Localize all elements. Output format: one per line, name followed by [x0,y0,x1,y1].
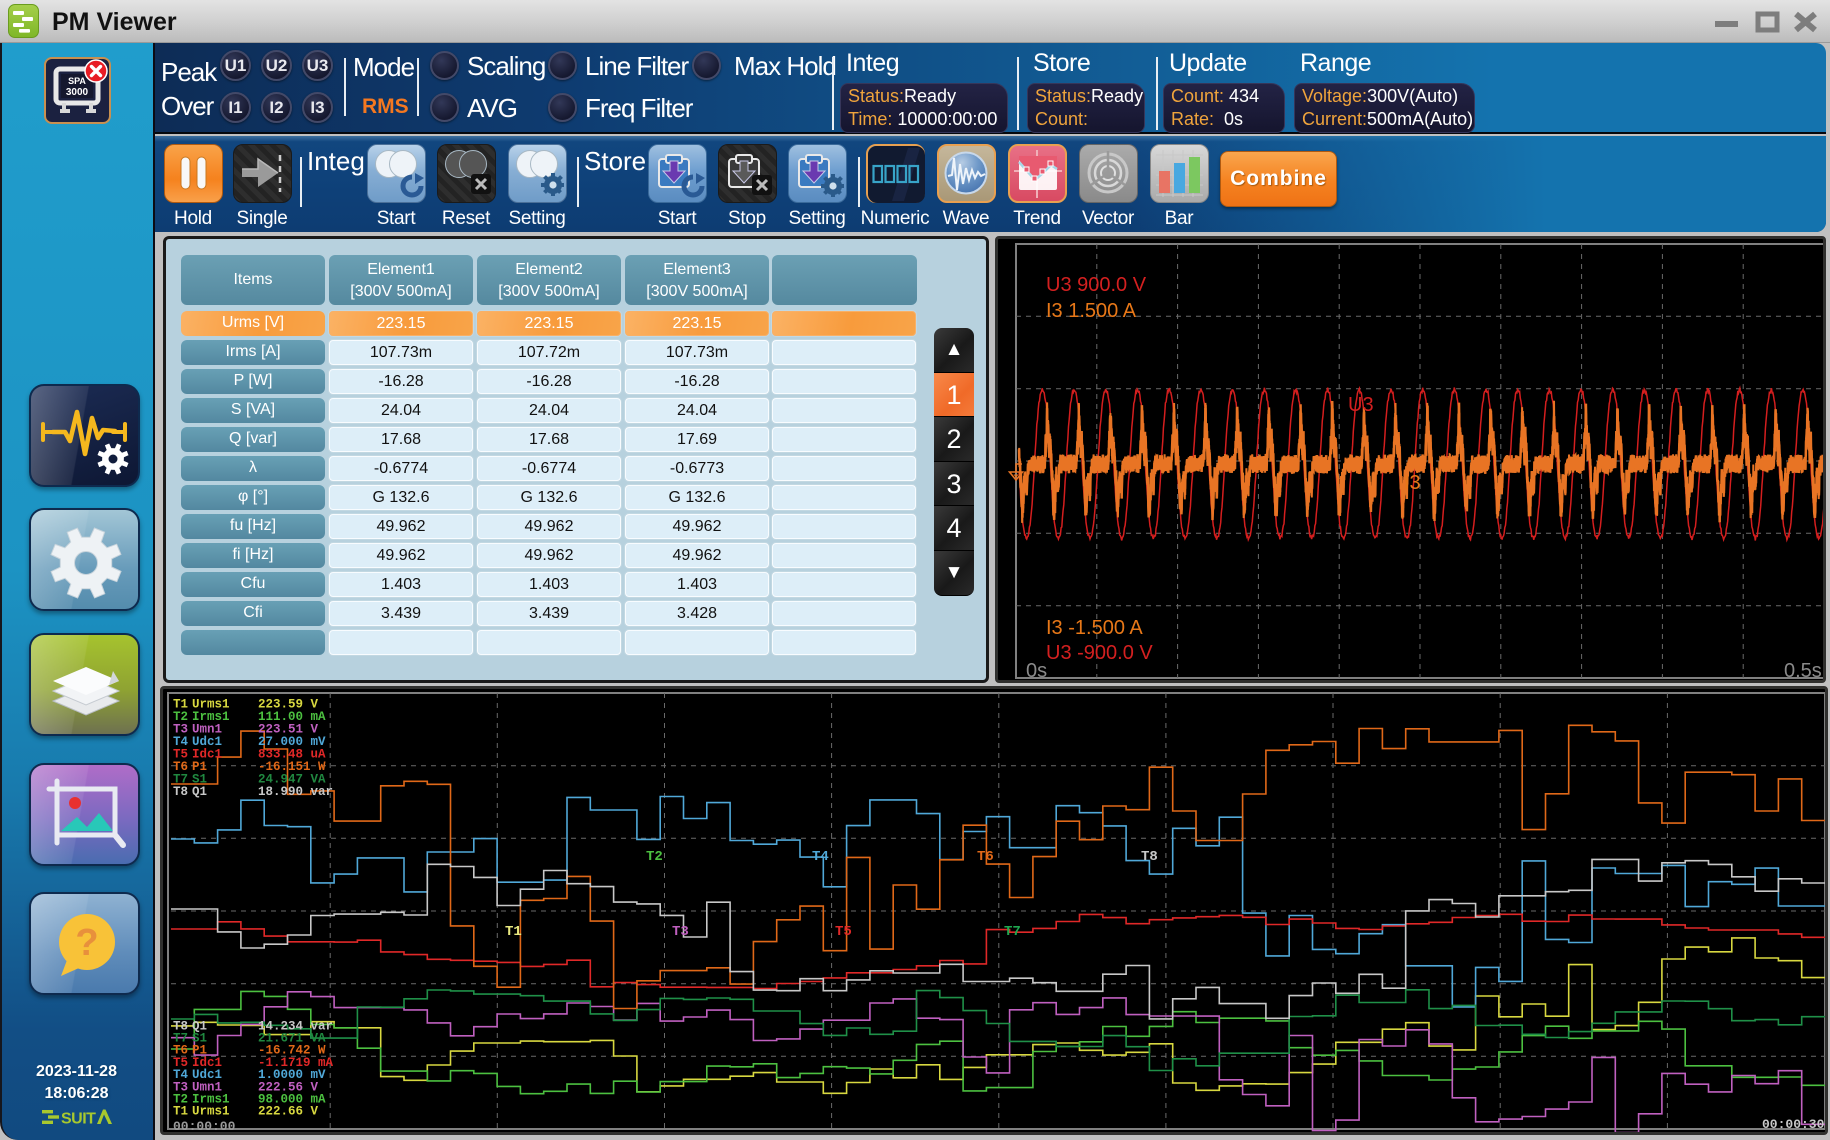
svg-text:00:00:00: 00:00:00 [173,1119,236,1132]
svg-text:222.66 V: 222.66 V [258,1105,319,1119]
svg-text:U3 900.0 V: U3 900.0 V [1046,274,1147,296]
svg-text:T4: T4 [812,849,829,865]
svg-text:U3 -900.0 V: U3 -900.0 V [1046,642,1153,664]
svg-text:T1: T1 [173,1105,188,1119]
svg-text:I3: I3 [1404,472,1421,494]
svg-text:T5: T5 [835,924,852,940]
svg-text:?: ? [75,922,98,964]
svg-text:I3 1.500 A: I3 1.500 A [1046,300,1137,322]
svg-text:0.5s: 0.5s [1784,660,1822,680]
svg-text:T8: T8 [1141,849,1158,865]
svg-text:T6: T6 [977,849,994,865]
svg-text:T1: T1 [505,924,522,940]
svg-text:SUIT: SUIT [61,1111,96,1127]
svg-text:T3: T3 [672,924,689,940]
svg-text:0s: 0s [1026,660,1047,680]
svg-text:T7: T7 [1004,924,1021,940]
svg-text:Q1: Q1 [192,785,207,799]
svg-text:SPA: SPA [68,76,86,86]
svg-text:T2: T2 [646,849,663,865]
svg-text:3000: 3000 [66,87,89,98]
svg-text:U3: U3 [1348,394,1374,416]
svg-text:I3 -1.500 A: I3 -1.500 A [1046,617,1143,639]
svg-text:00:00:30: 00:00:30 [1762,1117,1825,1132]
svg-text:T8: T8 [173,785,188,799]
svg-text:Urms1: Urms1 [192,1105,230,1119]
svg-text:18.990 var: 18.990 var [258,785,333,799]
